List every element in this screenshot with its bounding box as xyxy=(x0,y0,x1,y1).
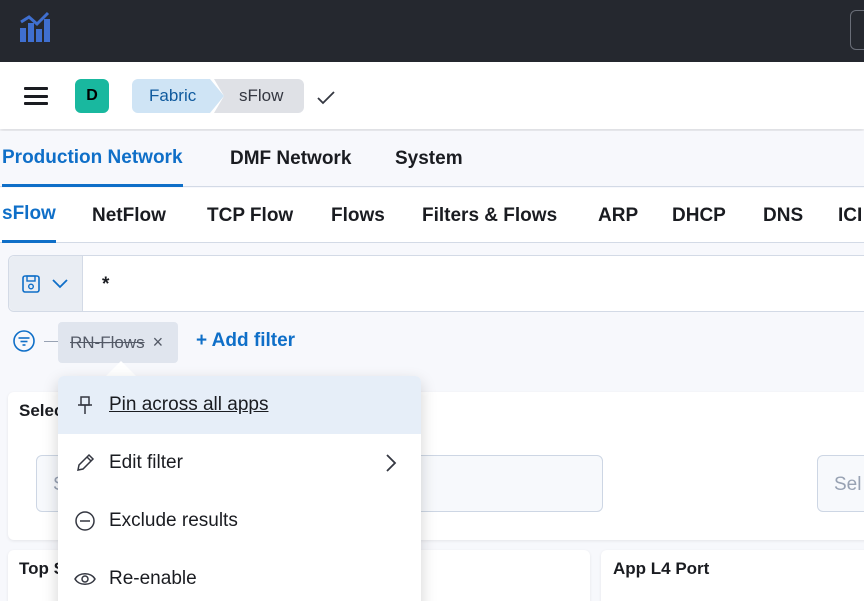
minus-circle-icon xyxy=(75,511,95,531)
app-logo-icon[interactable] xyxy=(18,10,54,44)
panel-title: Selec xyxy=(19,401,64,420)
tab-production-network[interactable]: Production Network xyxy=(2,131,183,187)
panel-title: App L4 Port xyxy=(613,559,710,578)
filter-pill-label: RN-Flows xyxy=(70,332,145,352)
query-bar: * xyxy=(8,255,864,312)
filter-context-menu: Pin across all apps Edit filter Exclude … xyxy=(58,376,421,601)
close-icon[interactable]: × xyxy=(153,332,164,353)
save-icon xyxy=(22,275,40,293)
app-l4-port-panel: App L4 Port xyxy=(601,550,864,601)
menu-item-exclude-results[interactable]: Exclude results xyxy=(58,492,421,550)
tab-dhcp[interactable]: DHCP xyxy=(672,188,726,243)
breadcrumb-fabric[interactable]: Fabric xyxy=(132,79,224,113)
eye-icon xyxy=(74,573,96,585)
tab-netflow[interactable]: NetFlow xyxy=(92,188,166,243)
saved-query-button[interactable] xyxy=(9,256,83,311)
add-filter-button[interactable]: + Add filter xyxy=(196,330,295,352)
header: D sFlow Fabric xyxy=(0,62,864,129)
popover-arrow xyxy=(105,361,137,377)
menu-item-label: Re-enable xyxy=(109,568,197,589)
tab-sflow[interactable]: sFlow xyxy=(2,188,56,243)
pin-icon xyxy=(78,396,92,414)
chevron-right-icon xyxy=(386,454,397,472)
tab-dns[interactable]: DNS xyxy=(763,188,803,243)
menu-item-label: Edit filter xyxy=(109,452,183,473)
divider xyxy=(44,341,58,342)
pencil-icon xyxy=(77,453,95,471)
menu-item-re-enable[interactable]: Re-enable xyxy=(58,550,421,601)
help-button[interactable] xyxy=(850,10,864,50)
tab-icmp[interactable]: ICI xyxy=(838,188,864,243)
query-input[interactable]: * xyxy=(102,274,109,296)
chevron-down-icon xyxy=(52,279,68,289)
menu-item-label: Exclude results xyxy=(109,510,238,531)
menu-icon[interactable] xyxy=(24,87,48,105)
breadcrumb-sflow: sFlow xyxy=(214,79,304,113)
primary-tabs: Production Network DMF Network System xyxy=(0,131,864,187)
tab-flows[interactable]: Flows xyxy=(331,188,385,243)
tab-dmf-network[interactable]: DMF Network xyxy=(230,131,351,187)
menu-item-edit-filter[interactable]: Edit filter xyxy=(58,434,421,492)
tab-arp[interactable]: ARP xyxy=(598,188,638,243)
space-avatar[interactable]: D xyxy=(75,79,109,113)
menu-item-pin[interactable]: Pin across all apps xyxy=(58,376,421,434)
menu-item-label: Pin across all apps xyxy=(109,394,269,415)
top-bar xyxy=(0,0,864,62)
check-icon xyxy=(317,91,335,105)
tab-filters-flows[interactable]: Filters & Flows xyxy=(422,188,557,243)
select-input-right[interactable]: Sel xyxy=(817,455,864,512)
filter-pill[interactable]: RN-Flows × xyxy=(58,322,178,363)
filter-icon[interactable] xyxy=(12,329,36,353)
tab-tcp-flow[interactable]: TCP Flow xyxy=(207,188,293,243)
secondary-tabs: sFlow NetFlow TCP Flow Flows Filters & F… xyxy=(0,188,864,243)
tab-system[interactable]: System xyxy=(395,131,463,187)
